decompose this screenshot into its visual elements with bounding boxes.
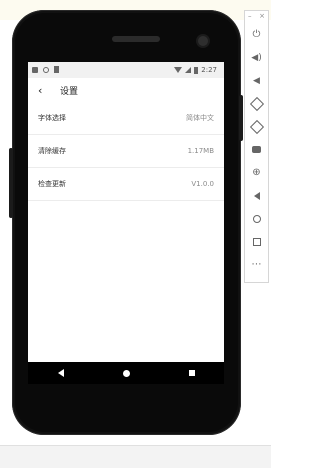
status-right-icons: 2:27 xyxy=(174,66,220,74)
volume-up-icon[interactable]: ◀) xyxy=(245,46,268,69)
signal-icon xyxy=(185,67,192,73)
back-arrow-icon[interactable]: ‹ xyxy=(38,84,50,97)
minimize-button[interactable]: – xyxy=(248,12,252,22)
status-left-icons xyxy=(32,65,62,75)
speaker-grille xyxy=(112,36,160,42)
settings-item-value: 1.17MB xyxy=(187,147,214,155)
back-icon[interactable] xyxy=(245,184,268,207)
emulator-window-controls: – × xyxy=(245,11,268,23)
wifi-icon xyxy=(174,67,183,73)
settings-item-label: 清除缓存 xyxy=(38,147,66,155)
nav-recents-icon[interactable] xyxy=(188,370,195,376)
settings-item-value: V1.0.0 xyxy=(191,180,214,188)
status-bar: 2:27 xyxy=(28,62,224,78)
battery-icon xyxy=(194,66,199,74)
device-side-button-left xyxy=(9,148,13,218)
emulator-toolbar: – × ⏻ ◀) ◀ ⊕ ⋯ xyxy=(244,10,269,283)
power-icon[interactable]: ⏻ xyxy=(245,23,268,46)
home-icon[interactable] xyxy=(245,207,268,230)
device-side-button-right xyxy=(239,95,243,141)
nav-back-icon[interactable] xyxy=(57,369,64,377)
device-screen: 2:27 ‹ 设置 字体选择 简体中文 清除缓存 1.17MB 检查更新 V1.… xyxy=(28,62,224,384)
settings-item-label: 检查更新 xyxy=(38,180,66,188)
settings-item-update[interactable]: 检查更新 V1.0.0 xyxy=(28,168,224,201)
settings-item-font[interactable]: 字体选择 简体中文 xyxy=(28,102,224,135)
close-button[interactable]: × xyxy=(259,12,265,22)
volume-down-icon[interactable]: ◀ xyxy=(245,69,268,92)
settings-item-cache[interactable]: 清除缓存 1.17MB xyxy=(28,135,224,168)
more-icon[interactable]: ⋯ xyxy=(245,253,268,276)
zoom-icon[interactable]: ⊕ xyxy=(245,161,268,184)
overview-icon[interactable] xyxy=(245,230,268,253)
android-nav-bar xyxy=(28,362,224,384)
settings-item-label: 字体选择 xyxy=(38,114,66,122)
camera-icon[interactable] xyxy=(245,138,268,161)
sd-card-icon xyxy=(54,65,60,73)
settings-item-value: 简体中文 xyxy=(186,114,214,122)
host-bottom-bar xyxy=(0,445,271,468)
nav-home-icon[interactable] xyxy=(122,369,130,377)
front-camera xyxy=(198,36,208,46)
status-time: 2:27 xyxy=(201,66,217,74)
app-bar: ‹ 设置 xyxy=(28,78,224,102)
rotate-left-icon[interactable] xyxy=(245,92,268,115)
rotate-right-icon[interactable] xyxy=(245,115,268,138)
sync-icon xyxy=(43,66,50,73)
page-title: 设置 xyxy=(60,86,79,97)
notification-icon xyxy=(32,66,38,73)
